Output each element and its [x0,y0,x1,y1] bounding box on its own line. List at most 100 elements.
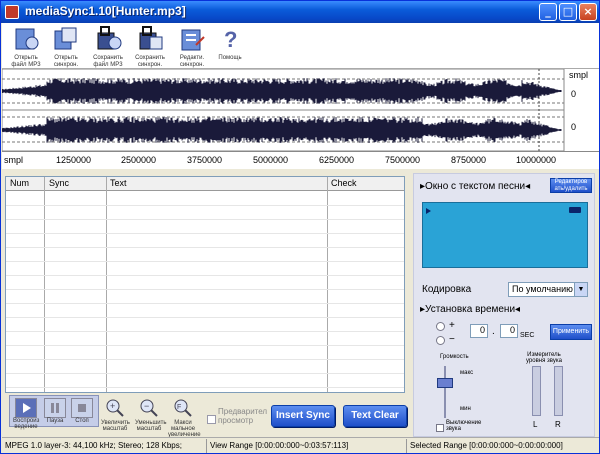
apply-button[interactable]: Применить [550,324,592,340]
left-label: L [533,420,538,429]
ruler-tick: 8750000 [451,155,487,165]
sec-unit: SEC [520,332,535,339]
waveform-panel[interactable]: smpl 0 0 smpl 1250000 2500000 3750000 50… [2,69,599,169]
status-selected-range: Selected Range [0:00:00:000~0:00:00:000] [410,441,563,450]
preview-checkbox[interactable] [207,415,216,424]
waveform-display[interactable] [2,69,599,151]
plus-label: + [449,320,455,331]
ruler-tick: 2500000 [121,155,157,165]
zoom-out-button[interactable]: − Уменьшить масштаб [135,398,166,436]
open-sync-button[interactable]: Открыть синхрон. аудио [46,25,86,75]
volume-label: Громкость [440,354,469,360]
table-header: Num Sync Text Check [6,177,404,191]
volume-slider[interactable] [437,378,453,388]
fraction-input[interactable]: 0 [500,324,518,338]
plus-radio[interactable] [436,322,445,331]
pause-icon [44,398,66,418]
col-text[interactable]: Text [110,178,127,188]
app-window: mediaSync1.10[Hunter.mp3] _ □ × Открыть … [0,0,600,454]
close-button[interactable]: × [579,3,597,21]
app-icon [5,5,19,19]
edit-sync-button[interactable]: Редакти. синхрон. [172,25,212,68]
chevron-down-icon[interactable]: ▼ [574,283,587,296]
minimize-button[interactable]: _ [539,3,557,21]
volume-track [444,366,446,418]
vol-max-label: макс [460,370,474,376]
open-mp3-button[interactable]: Открыть файл MP3 [6,25,46,68]
encoding-select[interactable]: По умолчанию ▼ [508,282,588,297]
zoom-in-button[interactable]: + Увеличить масштаб [101,398,130,436]
col-sync[interactable]: Sync [49,178,69,188]
table-row[interactable] [6,233,404,234]
play-button[interactable]: Воспроиз ведение [13,398,39,436]
preview-label: Предварител просмотр [218,407,268,425]
encoding-value: По умолчанию [512,284,573,294]
toolbar-label: Открыть файл MP3 [11,55,41,68]
title-bar[interactable]: mediaSync1.10[Hunter.mp3] _ □ × [1,1,599,23]
table-row[interactable] [6,331,404,332]
zoom-in-icon: + [106,399,124,417]
window-title: mediaSync1.10[Hunter.mp3] [25,4,186,18]
save-sync-icon [139,26,163,50]
table-row[interactable] [6,317,404,318]
ruler-unit: smpl [4,155,24,165]
vol-min-label: мин [460,406,471,412]
toolbar: Открыть файл MP3 Открыть синхрон. аудио … [2,23,599,75]
save-mp3-icon [97,26,122,50]
sync-table[interactable]: Num Sync Text Check [5,176,405,393]
insert-sync-button[interactable]: Insert Sync [271,405,335,427]
encoding-label: Кодировка [422,284,472,295]
table-row[interactable] [6,219,404,220]
svg-text:+: + [110,401,115,411]
lyrics-header: ▸Окно с текстом песни◂ [420,181,531,192]
table-row[interactable] [6,247,404,248]
maximize-button[interactable]: □ [559,3,577,21]
status-codec: MPEG 1.0 layer-3: 44,100 kHz; Stereo; 12… [5,441,182,450]
minus-radio[interactable] [436,336,445,345]
table-row[interactable] [6,373,404,374]
table-row[interactable] [6,261,404,262]
ruler-tick: 6250000 [319,155,355,165]
table-row[interactable] [6,359,404,360]
col-check[interactable]: Check [331,178,357,188]
save-sync-button[interactable]: Сохранить синхрон. аудио [130,25,170,75]
zoom-max-icon: F [174,399,192,417]
stop-button[interactable]: Стоп [69,398,95,436]
table-row[interactable] [6,303,404,304]
col-num[interactable]: Num [10,178,29,188]
svg-text:?: ? [224,27,237,52]
level-label: Измеритель уровня звука [526,352,562,364]
toolbar-label: Редакти. синхрон. [179,55,205,68]
sample-ruler: smpl 1250000 2500000 3750000 5000000 625… [2,151,599,169]
edit-delete-button[interactable]: Редактиров ать/удалить [550,178,592,193]
save-mp3-button[interactable]: Сохранить файл MP3 [88,25,128,68]
table-row[interactable] [6,289,404,290]
lyrics-window[interactable] [422,202,588,268]
open-mp3-icon [15,28,39,50]
status-bar: MPEG 1.0 layer-3: 44,100 kHz; Stereo; 12… [2,437,599,453]
help-button[interactable]: ? Помощь [210,25,250,67]
mute-checkbox[interactable] [436,424,444,432]
svg-text:−: − [144,401,149,411]
stop-icon [71,398,93,418]
pause-button[interactable]: Пауза [42,398,68,436]
ruler-tick: 1250000 [56,155,92,165]
table-row[interactable] [6,275,404,276]
table-row[interactable] [6,205,404,206]
zoom-in-label: Увеличить масштаб [101,420,130,432]
lyrics-canvas [426,207,581,214]
table-row[interactable] [6,345,404,346]
open-sync-icon [54,27,77,50]
table-row[interactable] [6,387,404,388]
wave-zero-bottom: 0 [571,122,577,132]
status-divider [406,439,407,453]
right-panel: ▸Окно с текстом песни◂ Редактиров ать/уд… [413,173,595,437]
text-clear-button[interactable]: Text Clear [343,405,407,427]
zoom-max-label: Макси мальное увеличение [168,420,201,438]
play-label: Воспроиз ведение [13,418,40,430]
wave-unit-top: smpl [569,70,589,80]
edit-sync-icon [181,29,205,51]
seconds-input[interactable]: 0 [470,324,488,338]
zoom-max-button[interactable]: F Макси мальное увеличение [168,398,201,438]
ruler-tick: 5000000 [253,155,289,165]
